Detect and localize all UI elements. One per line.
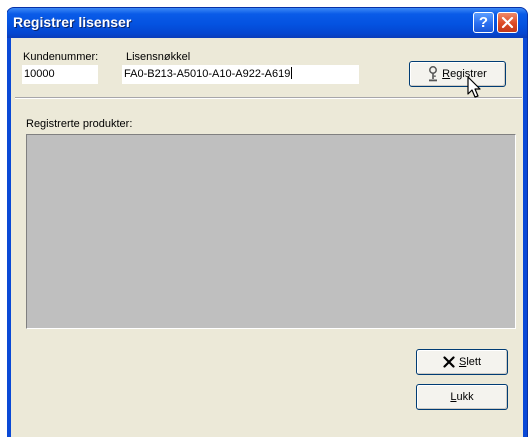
license-key-field[interactable]: FA0-B213-A5010-A10-A922-A619 — [122, 65, 359, 84]
mouse-pointer-icon — [467, 76, 481, 98]
key-icon — [429, 66, 438, 82]
registered-products-list[interactable] — [26, 134, 516, 329]
close-window-button[interactable] — [497, 12, 518, 33]
dialog-window: Registrer lisenser ? Kundenummer: 10000 … — [7, 8, 527, 437]
help-icon: ? — [478, 14, 489, 31]
background-edge — [0, 0, 7, 437]
dialog-body: Kundenummer: 10000 Lisensnøkkel FA0-B213… — [11, 38, 523, 437]
license-key-value: FA0-B213-A5010-A10-A922-A619 — [124, 68, 291, 80]
close-button-label: Lukk — [450, 391, 474, 403]
registered-products-label: Registrerte produkter: — [26, 118, 133, 130]
customer-number-field[interactable]: 10000 — [22, 65, 98, 84]
customer-number-value: 10000 — [24, 68, 55, 80]
customer-number-label: Kundenummer: — [23, 51, 99, 63]
x-icon — [443, 356, 455, 368]
window-title: Registrer lisenser — [13, 14, 132, 30]
close-button[interactable]: Lukk — [416, 384, 508, 410]
license-key-label: Lisensnøkkel — [126, 51, 191, 63]
register-button[interactable]: Registrer — [409, 61, 506, 87]
help-button[interactable]: ? — [473, 12, 494, 33]
screen: Registrer lisenser ? Kundenummer: 10000 … — [0, 0, 531, 437]
text-caret — [291, 67, 293, 79]
separator-line — [15, 97, 522, 99]
delete-button-label: Slett — [458, 356, 482, 368]
close-icon — [501, 16, 514, 29]
title-bar[interactable]: Registrer lisenser ? — [7, 8, 527, 38]
delete-button[interactable]: Slett — [416, 349, 508, 375]
